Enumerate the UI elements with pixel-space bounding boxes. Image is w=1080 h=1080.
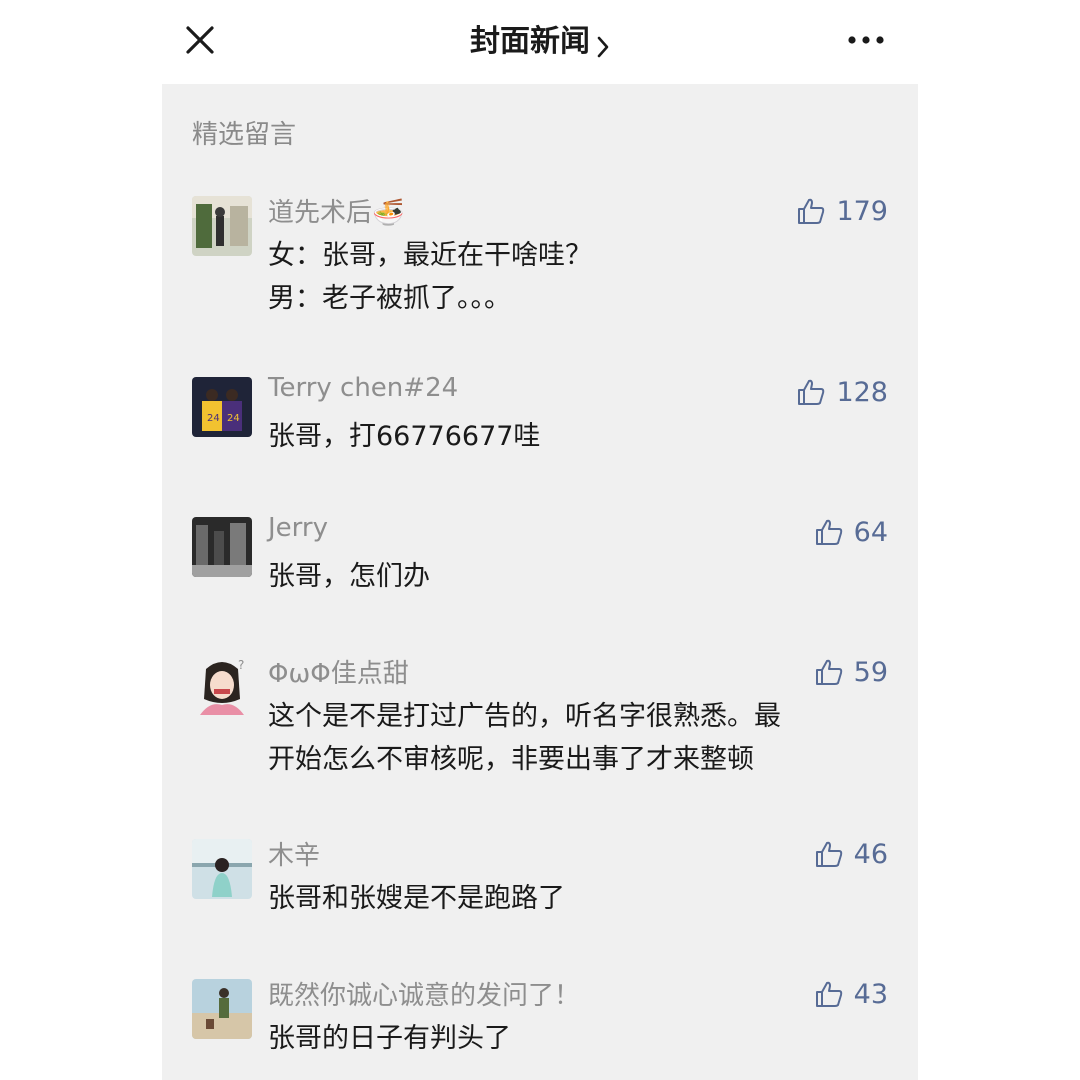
svg-text:24: 24	[207, 413, 220, 424]
comments-panel: 精选留言 道先术后🍜 179 女：张哥，最近在干啥哇？ 男：老子被抓了。。。 2…	[162, 84, 918, 1080]
commenter-name: 既然你诚心诚意的发问了！	[268, 981, 581, 1011]
more-icon	[848, 36, 884, 44]
like-count: 179	[836, 195, 888, 227]
avatar[interactable]: ?	[192, 657, 252, 717]
avatar[interactable]	[192, 839, 252, 899]
like-button[interactable]: 43	[814, 977, 888, 1011]
commenter-name: 道先术后🍜	[268, 198, 405, 228]
svg-text:24: 24	[227, 413, 240, 424]
like-button[interactable]: 179	[796, 194, 888, 228]
like-button[interactable]: 59	[814, 655, 888, 689]
like-count: 128	[836, 376, 888, 408]
thumbs-up-icon	[815, 981, 842, 1007]
like-button[interactable]: 128	[796, 375, 888, 409]
comment-line: 张哥的日子有判头了	[268, 1023, 511, 1054]
comment-text: 张哥，打66776677哇	[268, 415, 868, 458]
comment-line: 张哥，打66776677哇	[268, 421, 541, 452]
commenter-name: Jerry	[268, 513, 328, 543]
thumbs-up-icon	[815, 841, 842, 867]
avatar[interactable]: 24 24	[192, 377, 252, 437]
noodle-emoji: 🍜	[372, 198, 405, 228]
thumbs-up-icon	[798, 379, 825, 405]
section-label: 精选留言	[192, 120, 297, 150]
commenter-name: ΦωΦ佳点甜	[268, 659, 409, 689]
comment-text: 女：张哥，最近在干啥哇？ 男：老子被抓了。。。	[268, 234, 868, 320]
comment-text: 张哥和张嫂是不是跑路了	[268, 877, 868, 920]
like-count: 59	[853, 656, 888, 688]
like-count: 46	[853, 838, 888, 870]
like-button[interactable]: 64	[814, 515, 888, 549]
avatar[interactable]	[192, 196, 252, 256]
comment-line: 女：张哥，最近在干啥哇？	[268, 240, 592, 271]
top-bar: 封面新闻	[0, 0, 1080, 82]
thumbs-up-icon	[815, 519, 842, 545]
commenter-name: 木辛	[268, 841, 321, 871]
svg-text:?: ?	[238, 658, 244, 672]
page-title: 封面新闻	[470, 24, 590, 59]
comment-text: 张哥，怎们办	[268, 555, 868, 598]
account-title-link[interactable]: 封面新闻	[0, 16, 1080, 60]
like-count: 64	[853, 516, 888, 548]
comment-line: 男：老子被抓了。。。	[268, 283, 511, 314]
like-button[interactable]: 46	[814, 837, 888, 871]
comment-line: 张哥，怎们办	[268, 561, 430, 592]
comment-line: 开始怎么不审核呢，非要出事了才来整顿	[268, 744, 754, 775]
avatar[interactable]	[192, 517, 252, 577]
commenter-name: Terry chen#24	[268, 373, 459, 403]
like-count: 43	[853, 978, 888, 1010]
avatar[interactable]	[192, 979, 252, 1039]
thumbs-up-icon	[798, 198, 825, 224]
thumbs-up-icon	[815, 659, 842, 685]
chevron-right-icon	[597, 36, 609, 57]
comment-line: 张哥和张嫂是不是跑路了	[268, 883, 565, 914]
comment-text: 这个是不是打过广告的，听名字很熟悉。最 开始怎么不审核呢，非要出事了才来整顿	[268, 695, 868, 781]
comment-line: 这个是不是打过广告的，听名字很熟悉。最	[268, 701, 781, 732]
comment-text: 张哥的日子有判头了	[268, 1017, 868, 1060]
more-button[interactable]	[844, 24, 888, 56]
